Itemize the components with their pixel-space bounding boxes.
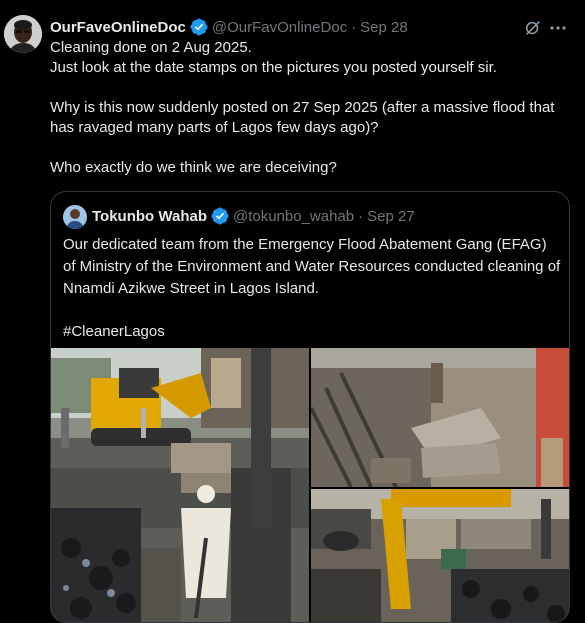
quoted-date: Sep 27	[367, 207, 415, 225]
verified-badge-icon	[211, 207, 229, 225]
avatar[interactable]	[4, 15, 42, 53]
quoted-hashtag[interactable]: #CleanerLagos	[63, 321, 563, 343]
quoted-author-handle: @tokunbo_wahab	[232, 207, 355, 225]
quoted-avatar	[63, 205, 87, 229]
tweet-line: Who exactly do we think we are deceiving…	[50, 159, 337, 176]
quoted-tweet-card[interactable]: Tokunbo Wahab @tokunbo_wahab · Sep 27 Ou…	[50, 191, 570, 623]
tweet-line: Cleaning done on 2 Aug 2025.	[50, 39, 252, 56]
photo-excavator-street[interactable]	[51, 348, 309, 622]
grok-icon[interactable]	[524, 19, 542, 37]
quoted-author-name: Tokunbo Wahab	[92, 207, 207, 225]
quoted-header: Tokunbo Wahab @tokunbo_wahab · Sep 27	[92, 206, 415, 226]
separator-dot: ·	[351, 18, 357, 36]
author-handle[interactable]: @OurFavOnlineDoc	[212, 19, 347, 36]
separator-dot: ·	[358, 207, 364, 225]
avatar-image	[4, 15, 42, 53]
author-name[interactable]: OurFaveOnlineDoc	[50, 19, 186, 36]
tweet-body: Cleaning done on 2 Aug 2025. Just look a…	[50, 38, 570, 178]
quoted-body: Our dedicated team from the Emergency Fl…	[63, 234, 563, 343]
quoted-line: Our dedicated team from the Emergency Fl…	[63, 236, 561, 297]
tweet-line: Just look at the date stamps on the pict…	[50, 59, 497, 76]
photo-drain-covers[interactable]	[311, 348, 569, 487]
tweet-header: OurFaveOnlineDoc @OurFavOnlineDoc · Sep …	[50, 17, 585, 37]
photo-excavator-debris[interactable]	[311, 489, 569, 622]
more-icon[interactable]	[548, 18, 568, 38]
verified-badge-icon	[190, 18, 208, 36]
tweet-date[interactable]: Sep 28	[360, 19, 408, 36]
quoted-media-grid	[51, 348, 569, 622]
tweet-line: Why is this now suddenly posted on 27 Se…	[50, 99, 555, 136]
